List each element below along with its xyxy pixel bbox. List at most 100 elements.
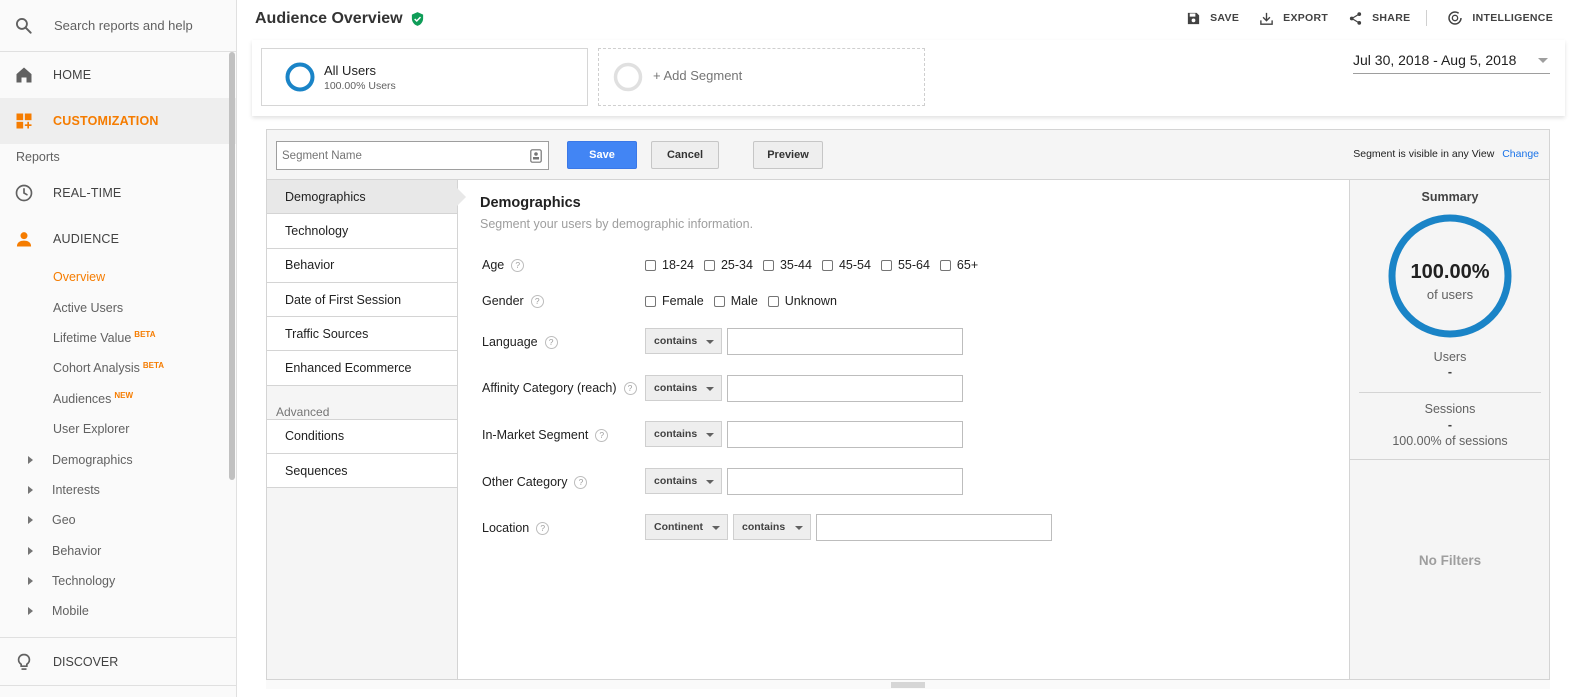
date-range-text: Jul 30, 2018 - Aug 5, 2018 — [1353, 52, 1517, 68]
sidebar-subitem-label: Geo — [52, 513, 76, 528]
sidebar-expandable-item[interactable]: Mobile — [0, 596, 236, 626]
location-value-input[interactable] — [816, 514, 1052, 541]
sidebar-expandable-item[interactable]: Interests — [0, 475, 236, 505]
customization-icon — [16, 113, 32, 129]
sidebar-scrollbar[interactable] — [229, 52, 235, 480]
builder-tab[interactable]: Behavior — [267, 248, 457, 283]
preview-button[interactable]: Preview — [753, 141, 823, 169]
segment-name: All Users — [324, 63, 377, 78]
checkbox-option[interactable]: Unknown — [767, 294, 837, 308]
sidebar-item-home[interactable]: HOME — [0, 52, 236, 98]
summary-sessions-label: Sessions — [1424, 402, 1476, 416]
language-operator-select[interactable]: contains — [645, 328, 722, 354]
builder-tab[interactable]: Enhanced Ecommerce — [267, 351, 457, 386]
sidebar-subitem[interactable]: Overview — [0, 262, 236, 292]
share-icon — [1350, 11, 1362, 25]
summary-sessions-percent: 100.00% of sessions — [1392, 434, 1508, 448]
sidebar-subitem[interactable]: Lifetime Value BETA — [0, 323, 236, 353]
summary-panel: Summary 100.00% of users Users - Session… — [1349, 180, 1550, 688]
other-category-operator-select[interactable]: contains — [645, 468, 722, 494]
help-icon[interactable]: ? — [544, 335, 558, 349]
sidebar-expandable-item[interactable]: Geo — [0, 505, 236, 535]
checkbox-label: 18-24 — [662, 258, 694, 272]
builder-advanced-tab[interactable]: Sequences — [267, 454, 457, 489]
segment-name-field[interactable] — [276, 141, 549, 170]
share-button[interactable]: SHARE — [1348, 11, 1410, 26]
intelligence-button[interactable]: INTELLIGENCE — [1447, 10, 1553, 26]
affinity-value-input[interactable] — [727, 375, 963, 402]
add-segment-button[interactable]: + Add Segment — [598, 48, 925, 106]
inmarket-value-input[interactable] — [727, 421, 963, 448]
builder-tab[interactable]: Technology — [267, 214, 457, 249]
sidebar-item-label: AUDIENCE — [53, 232, 120, 246]
segment-bar: All Users 100.00% Users + Add Segment Ju… — [252, 40, 1565, 116]
date-range-picker[interactable]: Jul 30, 2018 - Aug 5, 2018 — [1353, 52, 1550, 74]
checkbox-option[interactable]: Male — [713, 294, 758, 308]
help-icon[interactable]: ? — [530, 294, 544, 308]
builder-resize-bar[interactable] — [266, 679, 1550, 689]
builder-advanced-tab[interactable]: Conditions — [267, 419, 457, 455]
save-button[interactable]: Save — [567, 141, 637, 169]
builder-tab[interactable]: Demographics — [267, 180, 457, 215]
export-label: EXPORT — [1283, 12, 1329, 24]
change-visibility-link[interactable]: Change — [1502, 148, 1539, 160]
resize-handle[interactable] — [891, 682, 925, 688]
checkbox[interactable] — [939, 259, 951, 271]
checkbox-option[interactable]: 18-24 — [645, 258, 694, 272]
sidebar-subitem[interactable]: User Explorer — [0, 414, 236, 444]
location-scope-select[interactable]: Continent — [645, 514, 728, 540]
help-icon[interactable]: ? — [536, 521, 550, 535]
other-category-label: Other Category ? — [482, 475, 588, 489]
checkbox[interactable] — [645, 259, 656, 271]
sidebar-subitem[interactable]: Cohort Analysis BETA — [0, 353, 236, 383]
checkbox-option[interactable]: 35-44 — [762, 258, 812, 272]
sidebar-expandable-item[interactable]: Behavior — [0, 536, 236, 566]
save-report-button[interactable]: SAVE — [1186, 11, 1239, 26]
builder-tab[interactable]: Date of First Session — [267, 282, 457, 318]
language-value-input[interactable] — [727, 328, 963, 355]
sidebar-item-customization[interactable]: CUSTOMIZATION — [0, 98, 236, 144]
sidebar-item-label: DISCOVER — [53, 654, 119, 669]
checkbox[interactable] — [767, 295, 779, 307]
location-operator-select[interactable]: contains — [733, 514, 811, 540]
sidebar-search[interactable]: Search reports and help — [0, 0, 236, 52]
sidebar-subitem[interactable]: Audiences NEW — [0, 384, 236, 414]
affinity-label-text: Affinity Category (reach) — [482, 381, 617, 395]
sidebar-expandable-item[interactable]: Demographics — [0, 444, 236, 474]
checkbox-option[interactable]: 45-54 — [821, 258, 871, 272]
download-icon — [1260, 12, 1273, 25]
segment-name-input[interactable] — [277, 142, 517, 169]
checkbox[interactable] — [821, 259, 833, 271]
other-category-value-input[interactable] — [727, 468, 963, 495]
checkbox[interactable] — [703, 259, 715, 271]
checkbox-option[interactable]: 25-34 — [703, 258, 753, 272]
checkbox-label: 25-34 — [720, 258, 753, 272]
segment-card-all-users[interactable]: All Users 100.00% Users — [261, 48, 588, 106]
sidebar-item-realtime[interactable]: REAL-TIME — [0, 170, 236, 216]
checkbox-label: 55-64 — [897, 258, 930, 272]
sidebar-subitem[interactable]: Active Users — [0, 292, 236, 322]
sidebar-item-audience[interactable]: AUDIENCE — [0, 216, 236, 262]
help-icon[interactable]: ? — [595, 428, 609, 442]
sidebar-expandable-item[interactable]: Technology — [0, 566, 236, 596]
checkbox[interactable] — [762, 259, 774, 271]
sidebar-item-discover[interactable]: DISCOVER — [0, 637, 236, 685]
inmarket-label: In-Market Segment ? — [482, 428, 609, 442]
affinity-operator-select[interactable]: contains — [645, 375, 722, 401]
checkbox[interactable] — [645, 295, 656, 307]
inmarket-operator-select[interactable]: contains — [645, 421, 722, 447]
age-checkbox-group: 18-24 25-34 35-44 45-54 55-64 65+ — [645, 258, 988, 272]
chevron-down-icon — [712, 526, 720, 530]
checkbox-option[interactable]: 55-64 — [880, 258, 930, 272]
checkbox[interactable] — [713, 295, 725, 307]
cancel-button[interactable]: Cancel — [651, 141, 719, 169]
help-icon[interactable]: ? — [511, 258, 525, 272]
help-icon[interactable]: ? — [623, 381, 637, 395]
export-button[interactable]: EXPORT — [1259, 11, 1328, 26]
help-icon[interactable]: ? — [574, 475, 588, 489]
checkbox-option[interactable]: Female — [645, 294, 704, 308]
badge: BETA — [142, 360, 165, 370]
checkbox[interactable] — [880, 259, 892, 271]
builder-tab[interactable]: Traffic Sources — [267, 317, 457, 352]
checkbox-option[interactable]: 65+ — [939, 258, 978, 272]
